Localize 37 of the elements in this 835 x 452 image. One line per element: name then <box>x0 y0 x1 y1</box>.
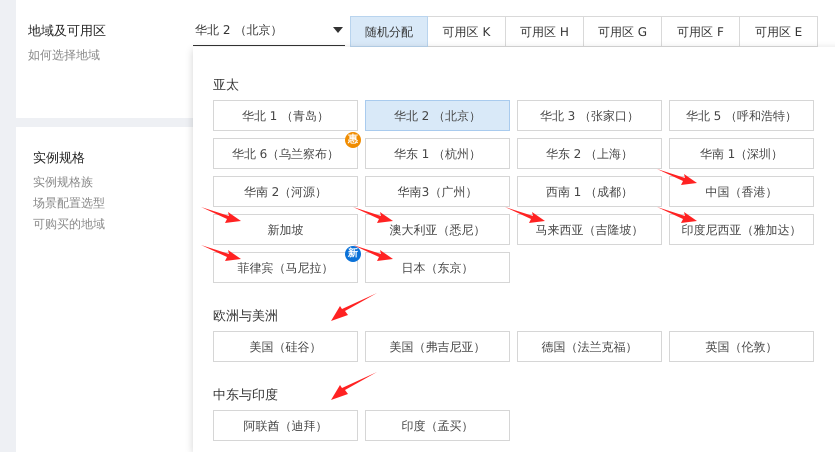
region-option[interactable]: 华南3（广州） <box>365 176 510 207</box>
region-option[interactable]: 阿联酋（迪拜） <box>213 410 358 441</box>
region-option[interactable]: 澳大利亚（悉尼） <box>365 214 510 245</box>
zone-tab[interactable]: 可用区 H <box>506 16 584 47</box>
section-title: 地域及可用区 <box>28 23 106 41</box>
region-option[interactable]: 英国（伦敦） <box>669 331 814 362</box>
region-option[interactable]: 华东 2 （上海） <box>517 138 662 169</box>
region-option[interactable]: 华南 1（深圳） <box>669 138 814 169</box>
region-badge: 惠 <box>345 132 361 148</box>
zone-tab[interactable]: 可用区 K <box>428 16 506 47</box>
region-option[interactable]: 华北 1 （青岛） <box>213 100 358 131</box>
group-title: 中东与印度 <box>213 388 278 403</box>
region-option[interactable]: 华东 1 （杭州） <box>365 138 510 169</box>
zone-tab[interactable]: 随机分配 <box>350 16 428 47</box>
zone-tab[interactable]: 可用区 F <box>662 16 740 47</box>
group-title: 欧洲与美洲 <box>213 309 278 324</box>
region-dropdown[interactable]: 华北 2 （北京） <box>193 15 345 46</box>
region-option[interactable]: 美国（硅谷） <box>213 331 358 362</box>
zone-tab[interactable]: 可用区 E <box>740 16 818 47</box>
region-option[interactable]: 马来西亚（吉隆坡） <box>517 214 662 245</box>
region-option[interactable]: 新加坡 <box>213 214 358 245</box>
group-title: 亚太 <box>213 78 239 93</box>
region-option[interactable]: 日本（东京） <box>365 252 510 283</box>
region-option[interactable]: 美国（弗吉尼亚） <box>365 331 510 362</box>
region-option[interactable]: 印度（孟买） <box>365 410 510 441</box>
region-option[interactable]: 中国（香港） <box>669 176 814 207</box>
region-option[interactable]: 华北 2 （北京） <box>365 100 510 131</box>
region-option[interactable]: 华北 3 （张家口） <box>517 100 662 131</box>
region-option[interactable]: 西南 1 （成都） <box>517 176 662 207</box>
region-option[interactable]: 华北 5 （呼和浩特） <box>669 100 814 131</box>
region-option[interactable]: 印度尼西亚（雅加达） <box>669 214 814 245</box>
section-title: 实例规格 <box>33 150 85 168</box>
zone-tab[interactable]: 可用区 G <box>584 16 662 47</box>
region-badge: 新 <box>345 246 361 262</box>
region-option[interactable]: 华南 2（河源） <box>213 176 358 207</box>
caret-icon <box>333 27 343 33</box>
region-option[interactable]: 德国（法兰克福） <box>517 331 662 362</box>
